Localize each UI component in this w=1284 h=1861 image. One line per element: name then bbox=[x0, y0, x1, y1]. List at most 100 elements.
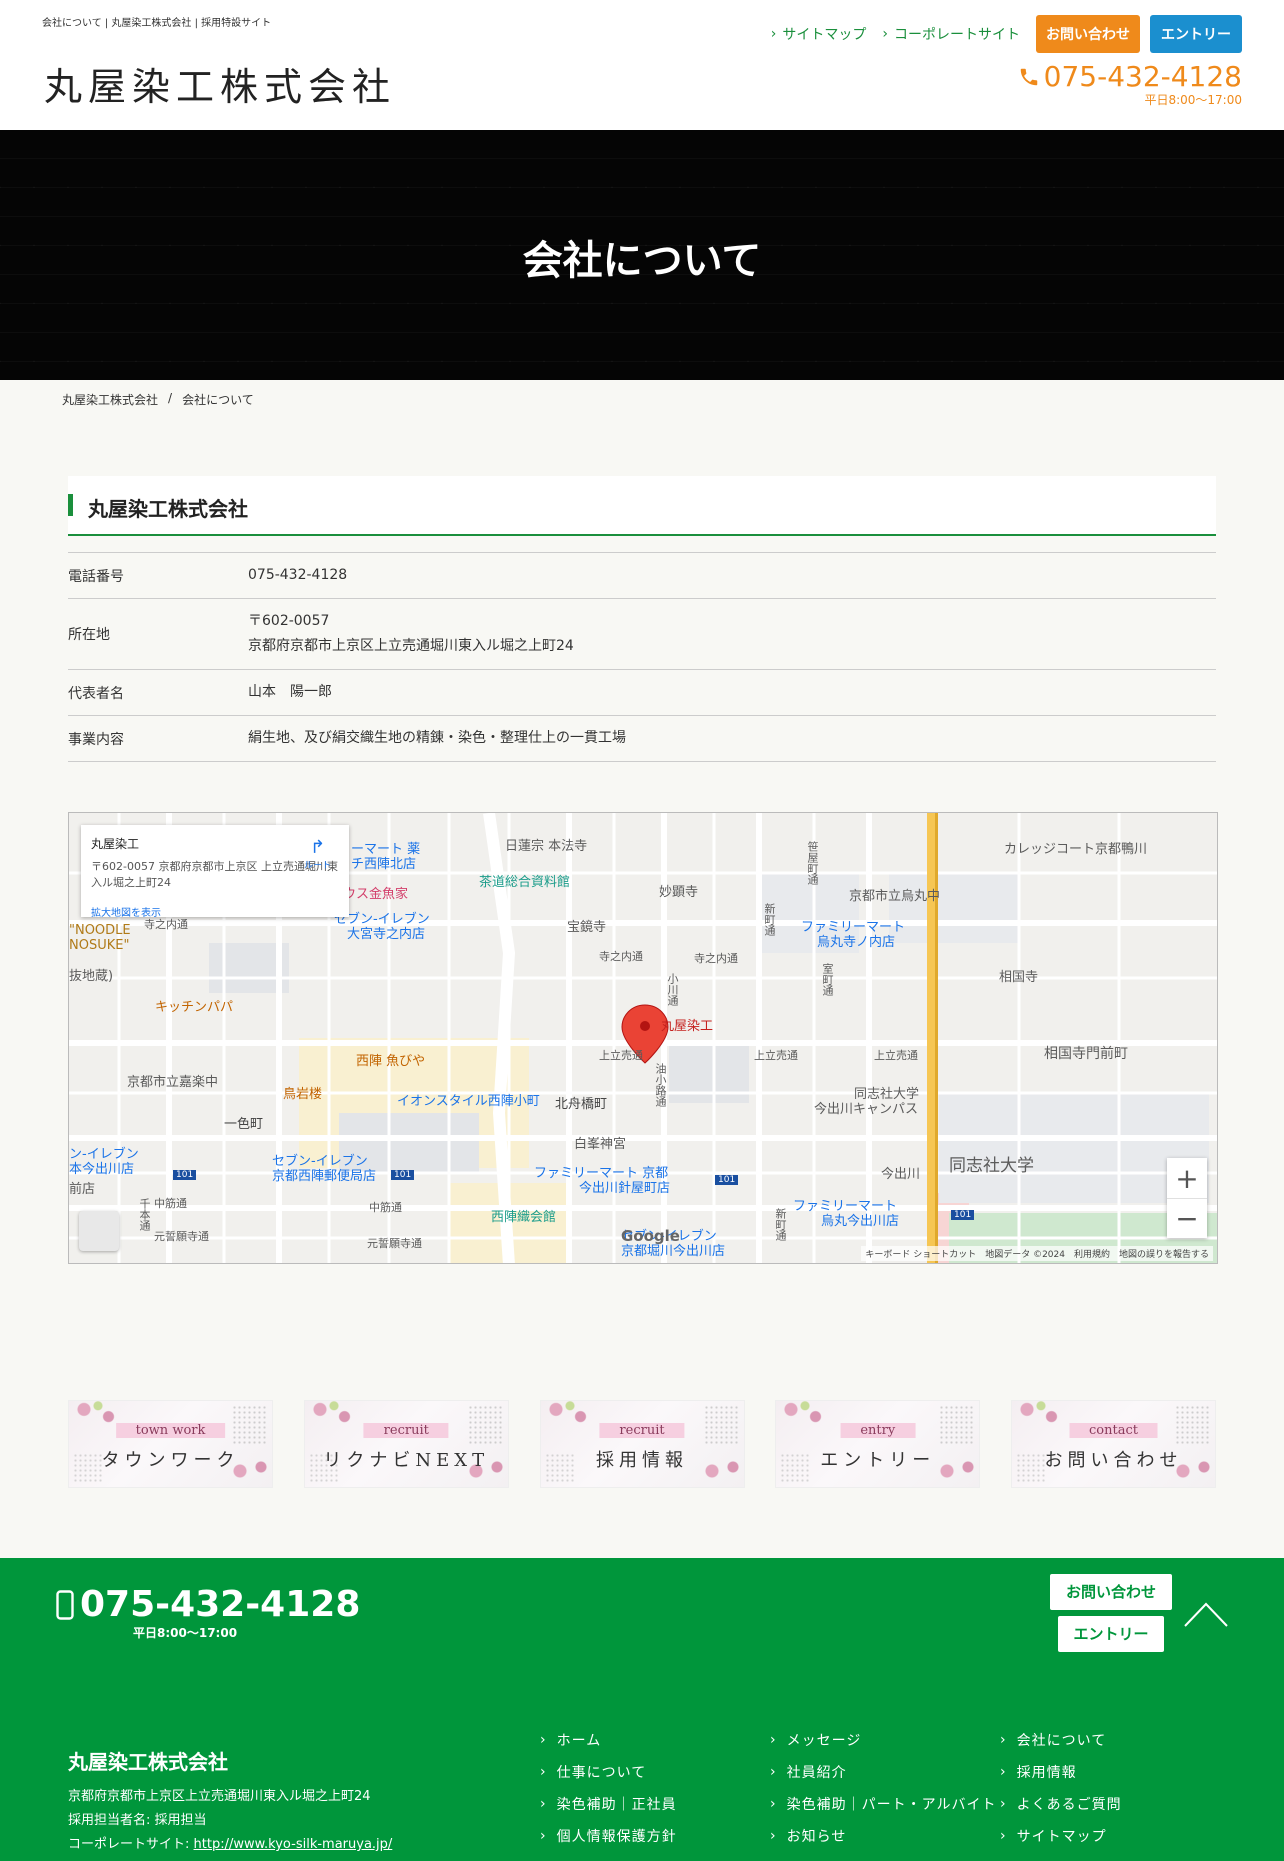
info-value: 絹生地、及び絹交織生地の精錬・染色・整理仕上の一貫工場 bbox=[248, 726, 626, 751]
site-tagline: 会社について | 丸屋染工株式会社 | 採用特設サイト bbox=[42, 18, 272, 29]
header-phone-number: 075-432-4128 bbox=[1043, 60, 1242, 93]
banner-jp: 採用情報 bbox=[596, 1450, 688, 1471]
chevron-right-icon: › bbox=[770, 1796, 777, 1812]
banner-jp: お問い合わせ bbox=[1044, 1450, 1183, 1471]
info-label: 事業内容 bbox=[68, 731, 124, 748]
dot-pattern bbox=[939, 1405, 974, 1445]
map-label: 妙顕寺 bbox=[659, 885, 699, 900]
heading-accent-bar bbox=[68, 494, 73, 516]
chevron-right-icon: › bbox=[770, 1732, 777, 1748]
map-label: 一色町 bbox=[224, 1117, 264, 1132]
footer-nav-staff[interactable]: › 社員紹介 bbox=[770, 1762, 1000, 1782]
nav-sitemap-link[interactable]: › サイトマップ bbox=[771, 24, 867, 44]
map-label: 笹屋町通 bbox=[806, 841, 819, 885]
google-map[interactable]: 日蓮宗 本法寺 茶道総合資料館 妙顕寺 宝鏡寺 寺之内通 寺之内通 寺之内通 上… bbox=[68, 812, 1218, 1264]
footer-nav-label: 染色補助｜パート・アルバイト bbox=[786, 1797, 997, 1813]
map-label: 烏丸寺ノ内店 bbox=[817, 935, 896, 950]
footer-nav-faq[interactable]: › よくあるご質問 bbox=[1000, 1794, 1230, 1814]
footer-nav-about[interactable]: › 会社について bbox=[1000, 1730, 1230, 1750]
map-label: 京都市立烏丸中 bbox=[849, 889, 941, 904]
header-entry-button[interactable]: エントリー bbox=[1150, 15, 1242, 53]
footer-nav-label: 社員紹介 bbox=[786, 1765, 847, 1781]
company-heading: 丸屋染工株式会社 bbox=[88, 497, 248, 521]
flower-decoration bbox=[776, 1401, 841, 1431]
map-label: 新町通 bbox=[763, 903, 776, 936]
chevron-right-icon: › bbox=[770, 1764, 777, 1780]
footer-nav-work[interactable]: › 仕事について bbox=[540, 1762, 770, 1782]
map-card-address: 〒602-0057 京都府京都市上京区 上立売通堀川東入ル堀之上町24 bbox=[91, 860, 338, 889]
map-label: 日蓮宗 本法寺 bbox=[505, 839, 588, 854]
map-label: 元誓願寺通 bbox=[154, 1230, 209, 1243]
footer-entry-button[interactable]: エントリー bbox=[1058, 1616, 1164, 1652]
map-label: キッチンパパ bbox=[155, 1000, 234, 1015]
map-label: 大宮寺之内店 bbox=[347, 927, 426, 942]
chevron-right-icon: › bbox=[770, 26, 777, 42]
map-label: 小川通 bbox=[666, 973, 679, 1006]
map-label: 中筋通 bbox=[369, 1201, 402, 1214]
page-title: 会社について bbox=[522, 238, 762, 284]
map-label: 新町通 bbox=[774, 1208, 787, 1241]
banner-entry[interactable]: entry エントリー bbox=[775, 1400, 981, 1488]
phone-icon bbox=[56, 1589, 74, 1620]
banner-rikunabi[interactable]: recruit リクナビNEXT bbox=[303, 1400, 509, 1488]
header-phone-hours: 平日8:00〜17:00 bbox=[1144, 93, 1242, 107]
street-view-pegman[interactable] bbox=[79, 1211, 119, 1251]
footer-nav-fulltime[interactable]: › 染色補助｜正社員 bbox=[540, 1794, 770, 1814]
banner-jp: エントリー bbox=[820, 1450, 936, 1471]
dot-pattern bbox=[703, 1405, 738, 1445]
footer-hours: 平日8:00〜17:00 bbox=[133, 1626, 238, 1640]
map-directions-button[interactable]: ↱ ルート bbox=[304, 837, 331, 871]
footer-nav-label: お知らせ bbox=[786, 1829, 847, 1845]
zoom-in-button[interactable]: + bbox=[1167, 1158, 1207, 1198]
map-larger-link[interactable]: 拡大地図を表示 bbox=[91, 904, 161, 919]
header-contact-button[interactable]: お問い合わせ bbox=[1036, 15, 1140, 53]
map-label: 本今出川店 bbox=[69, 1162, 135, 1177]
map-label: 上立売通 bbox=[754, 1049, 798, 1062]
footer-nav-recruit[interactable]: › 採用情報 bbox=[1000, 1762, 1230, 1782]
breadcrumb: 丸屋染工株式会社 / 会社について bbox=[62, 391, 254, 408]
map-label: 白峯神宮 bbox=[574, 1137, 627, 1152]
footer-nav-message[interactable]: › メッセージ bbox=[770, 1730, 1000, 1750]
map-label: カレッジコート京都鴨川 bbox=[1004, 842, 1148, 857]
map-label: 上立売通 bbox=[874, 1049, 918, 1062]
footer-company-name: 丸屋染工株式会社 bbox=[68, 1750, 228, 1774]
flower-decoration bbox=[1012, 1401, 1076, 1431]
header-phone-number-row[interactable]: 075-432-4128 bbox=[1018, 60, 1242, 93]
map-label: 西陣 魚びや bbox=[356, 1054, 426, 1069]
map-label: 室町通 bbox=[821, 963, 834, 996]
page-top-arrow-icon[interactable] bbox=[1183, 1598, 1229, 1628]
map-info-card: 丸屋染工 〒602-0057 京都府京都市上京区 上立売通堀川東入ル堀之上町24… bbox=[81, 825, 349, 919]
chevron-right-icon: › bbox=[540, 1732, 547, 1748]
banner-en: contact bbox=[1069, 1423, 1158, 1438]
footer-recruiter: 採用担当者名: 採用担当 bbox=[68, 1813, 207, 1828]
footer-nav-parttime[interactable]: › 染色補助｜パート・アルバイト bbox=[770, 1794, 1000, 1814]
info-value-text: 山本 陽一郎 bbox=[248, 684, 332, 700]
footer-nav-privacy[interactable]: › 個人情報保護方針 bbox=[540, 1826, 770, 1846]
breadcrumb-home[interactable]: 丸屋染工株式会社 bbox=[62, 391, 158, 408]
footer-nav-label: 染色補助｜正社員 bbox=[556, 1797, 677, 1813]
map-label: 鳥岩楼 bbox=[283, 1087, 323, 1102]
nav-corporate-link[interactable]: › コーポレートサイト bbox=[882, 24, 1020, 44]
banner-townwork[interactable]: town work タウンワーク bbox=[68, 1400, 273, 1488]
footer-nav-news[interactable]: › お知らせ bbox=[770, 1826, 1000, 1846]
map-label: 茶道総合資料館 bbox=[479, 875, 571, 890]
zoom-out-button[interactable]: − bbox=[1167, 1198, 1207, 1238]
footer-nav-home[interactable]: › ホーム bbox=[540, 1730, 770, 1750]
site-logo[interactable]: 丸屋染工株式会社 bbox=[44, 56, 396, 111]
footer-corporate-link[interactable]: http://www.kyo-silk-maruya.jp/ bbox=[194, 1837, 393, 1852]
footer-phone[interactable]: 075-432-4128 bbox=[56, 1584, 360, 1625]
footer-contact-button[interactable]: お問い合わせ bbox=[1050, 1574, 1172, 1610]
dot-pattern bbox=[467, 1405, 502, 1445]
banner-contact[interactable]: contact お問い合わせ bbox=[1011, 1400, 1216, 1488]
map-attribution[interactable]: キーボード ショートカット 地図データ ©2024 利用規約 地図の誤りを報告す… bbox=[861, 1246, 1213, 1261]
map-route-badge: 101 bbox=[715, 1175, 739, 1185]
info-value: 075-432-4128 bbox=[248, 563, 347, 588]
map-label: 上立売通 bbox=[599, 1049, 643, 1062]
map-label: 京都西陣郵便局店 bbox=[272, 1169, 377, 1184]
footer-nav: › ホーム › メッセージ › 会社について › 仕事について › 社員紹介 › 採用情報 … bbox=[540, 1730, 1240, 1846]
chevron-right-icon: › bbox=[1000, 1796, 1007, 1812]
banner-recruit-info[interactable]: recruit 採用情報 bbox=[539, 1400, 745, 1488]
map-label: 油小路通 bbox=[654, 1063, 667, 1107]
footer-nav-sitemap[interactable]: › サイトマップ bbox=[1000, 1826, 1230, 1846]
banner-en: recruit bbox=[363, 1423, 449, 1438]
